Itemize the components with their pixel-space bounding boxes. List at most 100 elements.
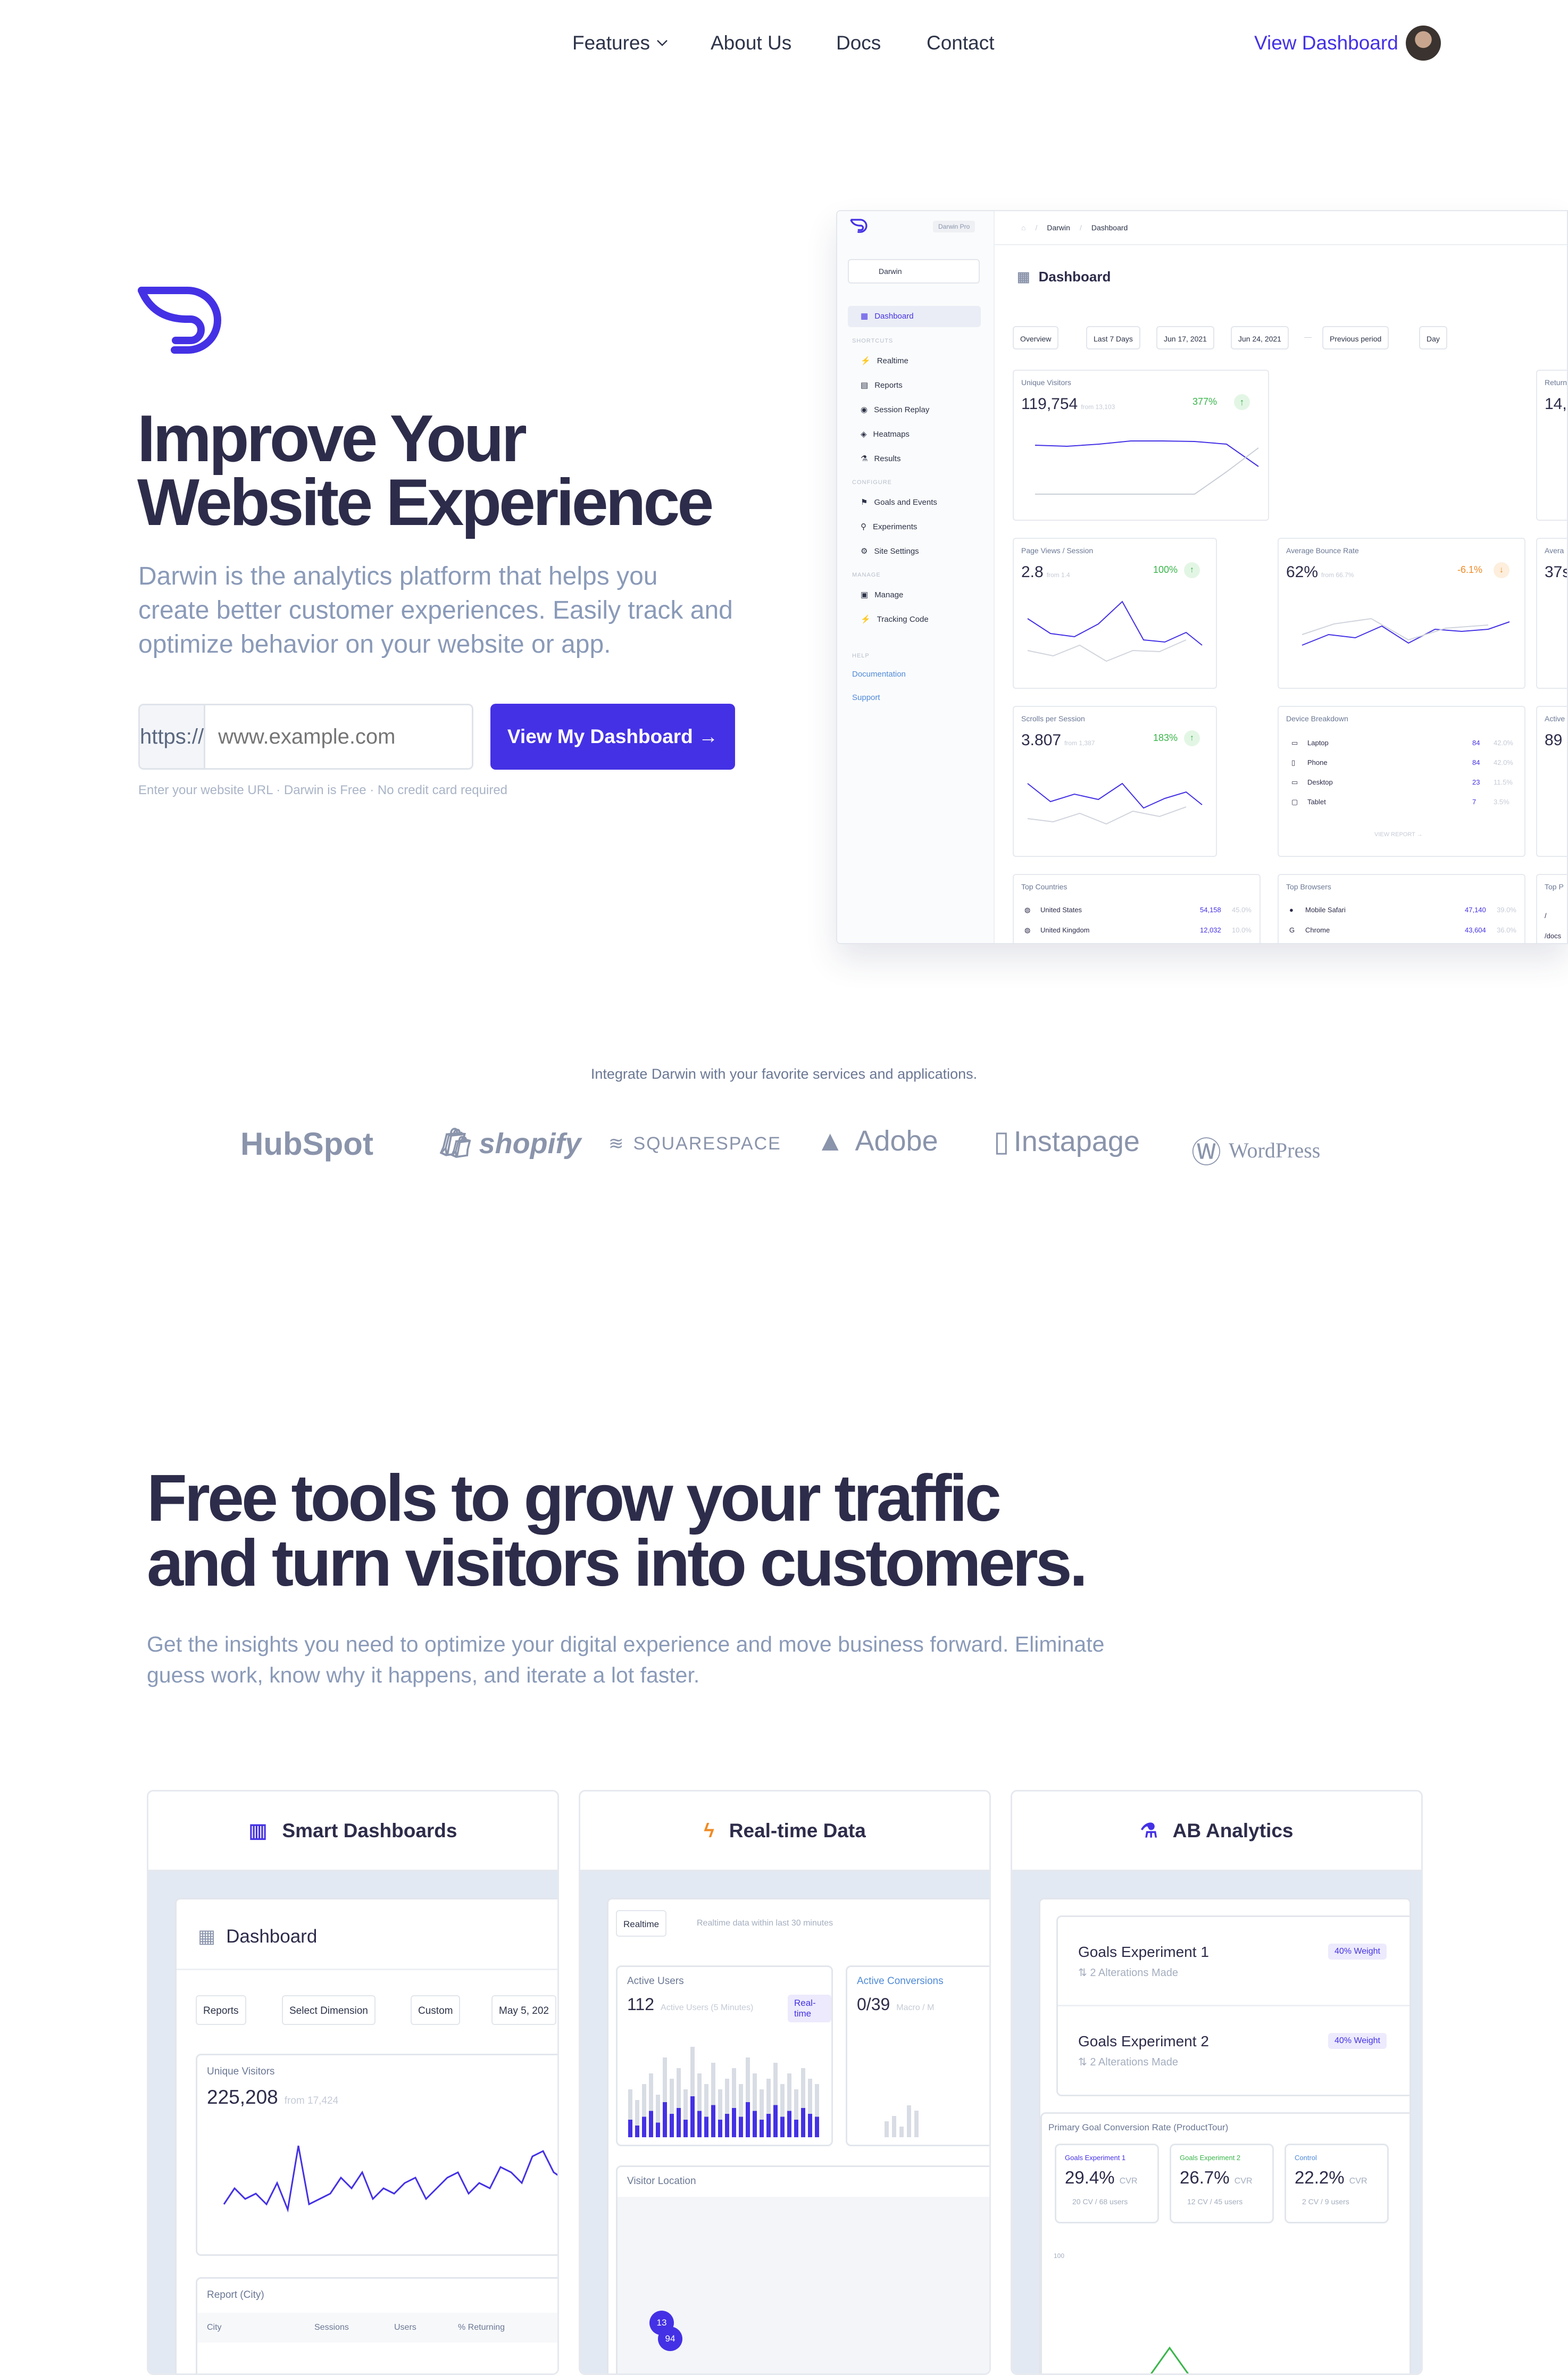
experiment-name[interactable]: Goals Experiment 2 (1078, 2033, 1209, 2050)
filter-date[interactable]: May 5, 202 (491, 1995, 556, 2025)
manage-icon: ▣ (861, 590, 869, 599)
bar (794, 2120, 798, 2137)
tools-title: Free tools to grow your traffic and turn… (147, 1462, 1088, 1596)
variant-box: Goals Experiment 1 29.4% CVR 20 CV / 68 … (1055, 2144, 1159, 2223)
view-report-link[interactable]: VIEW REPORT → (1374, 831, 1423, 838)
list-item: /docs (1545, 932, 1562, 940)
filter-date-from[interactable]: Jun 17, 2021 (1156, 326, 1214, 349)
nav-features[interactable]: Features (572, 32, 668, 54)
filter-day[interactable]: Day (1419, 326, 1447, 349)
bar (635, 2126, 639, 2137)
sidebar-item-session-replay[interactable]: ◉ Session Replay (861, 405, 929, 415)
sidebar-item-label: Realtime (877, 356, 908, 365)
code-icon: ⚡ (861, 615, 871, 624)
divider (1058, 2005, 1409, 2006)
url-input[interactable] (205, 705, 472, 768)
value: 3.807 (1021, 731, 1062, 749)
filter-realtime[interactable]: Realtime (616, 1910, 667, 1937)
sub: Active Users (5 Minutes) (661, 2003, 754, 2012)
sidebar-item-experiments[interactable]: ⚲ Experiments (861, 522, 917, 532)
value: 112 (627, 1995, 655, 2014)
card-value: 119,754 from 13,103 (1021, 395, 1115, 413)
sidebar-item-heatmaps[interactable]: ◈ Heatmaps (861, 429, 910, 439)
browser-pct: 36.0% (1497, 926, 1516, 934)
card-value: 112 Active Users (5 Minutes) (627, 1995, 753, 2014)
value: 29.4% (1065, 2168, 1115, 2187)
value: 62% (1286, 563, 1319, 581)
avatar[interactable] (1406, 26, 1441, 61)
filter-reports[interactable]: Reports (196, 1995, 246, 2025)
breadcrumb-item[interactable]: Darwin (1047, 223, 1070, 232)
value: 22.2% (1295, 2168, 1345, 2187)
dash-title-text: Dashboard (226, 1926, 318, 1947)
device-pct: 42.0% (1494, 739, 1513, 747)
card-body: Realtime Realtime data within last 30 mi… (580, 1871, 989, 2373)
card-title: Scrolls per Session (1021, 714, 1085, 723)
nav-contact[interactable]: Contact (927, 32, 995, 54)
col-sessions: Sessions (314, 2323, 349, 2332)
realtime-data-card[interactable]: ϟ Real-time Data Realtime Realtime data w… (579, 1790, 991, 2375)
view-my-dashboard-button[interactable]: View My Dashboard → (490, 704, 735, 770)
ab-analytics-card[interactable]: ⚗ AB Analytics Goals Experiment 1 ⇅ 2 Alt… (1011, 1790, 1423, 2375)
filter-date-to[interactable]: Jun 24, 2021 (1231, 326, 1289, 349)
experiment-sub-text: 2 Alterations Made (1090, 2056, 1178, 2068)
sidebar-link-support[interactable]: Support (852, 693, 880, 702)
card-value: 225,208 from 17,424 (207, 2086, 338, 2109)
active-users-card: Active Users 112 Active Users (5 Minutes)… (616, 1965, 833, 2146)
shopify-logo-text: shopify (479, 1127, 581, 1160)
grid-icon: ▦ (198, 1926, 216, 1947)
filter-previous-period[interactable]: Previous period (1322, 326, 1389, 349)
bar (732, 2108, 736, 2137)
squarespace-mark-icon: ≋ (608, 1134, 625, 1154)
variant-box: Control 22.2% CVR 2 CV / 9 users (1285, 2144, 1389, 2223)
ab-preview: Goals Experiment 1 ⇅ 2 Alterations Made … (1039, 1898, 1411, 2373)
pro-badge: Darwin Pro (933, 221, 975, 232)
card-value: 14,3 (1545, 395, 1567, 413)
filter-dimension[interactable]: Select Dimension (282, 1995, 376, 2025)
nav-about[interactable]: About Us (711, 32, 791, 54)
bar (677, 2108, 681, 2137)
tools-subtitle: Get the insights you need to optimize yo… (147, 1629, 1104, 1690)
tools-title-line-1: Free tools to grow your traffic (147, 1462, 1002, 1535)
filter-custom[interactable]: Custom (411, 1995, 461, 2025)
sidebar-item-results[interactable]: ⚗ Results (861, 454, 900, 464)
site-selector[interactable]: Darwin (848, 259, 980, 284)
filter-last-7-days[interactable]: Last 7 Days (1086, 326, 1140, 349)
browser-name: Mobile Safari (1305, 906, 1346, 914)
goals-icon: ⚑ (861, 498, 868, 507)
sidebar-item-dashboard[interactable]: ▦ Dashboard (861, 311, 914, 321)
device-breakdown-card: Device Breakdown ▭ Laptop 84 42.0% ▯ Phone 84… (1278, 706, 1525, 857)
visitor-location-card: Visitor Location 13 94 (616, 2165, 989, 2373)
home-icon[interactable]: ⌂ (1021, 223, 1025, 232)
sidebar-item-realtime[interactable]: ⚡ Realtime (861, 356, 908, 366)
bar (697, 2111, 702, 2137)
sidebar-item-label: Tracking Code (877, 614, 929, 624)
scrolls-card: Scrolls per Session 3.807 from 1,387 183%… (1013, 706, 1217, 857)
card-title: Primary Goal Conversion Rate (ProductTou… (1048, 2122, 1229, 2132)
sidebar-item-manage[interactable]: ▣ Manage (861, 590, 903, 600)
breadcrumb-item[interactable]: Dashboard (1091, 223, 1128, 232)
nav-docs[interactable]: Docs (836, 32, 881, 54)
experiment-name[interactable]: Goals Experiment 1 (1078, 1944, 1209, 1961)
grid-icon: ▦ (1017, 269, 1030, 285)
sidebar-item-goals[interactable]: ⚑ Goals and Events (861, 497, 937, 507)
sidebar-link-documentation[interactable]: Documentation (852, 670, 906, 679)
sidebar-item-tracking-code[interactable]: ⚡ Tracking Code (861, 614, 929, 624)
sidebar-item-reports[interactable]: ▤ Reports (861, 380, 903, 390)
filter-overview[interactable]: Overview (1013, 326, 1059, 349)
smart-dashboards-card[interactable]: ▥ Smart Dashboards ▦ Dashboard Reports Sel… (147, 1790, 559, 2375)
change-badge: 377% (1192, 396, 1217, 407)
card-title: Top P (1545, 882, 1564, 891)
table-icon: ▤ (861, 381, 869, 390)
url-input-group: https:// (138, 704, 473, 770)
sidebar-item-site-settings[interactable]: ⚙ Site Settings (861, 546, 919, 556)
map-marker[interactable]: 94 (658, 2327, 682, 2351)
list-item: / (1545, 912, 1547, 920)
swap-icon: ⇅ (1078, 1967, 1090, 1979)
col-returning: % Returning (458, 2323, 505, 2332)
hero-subtitle-line-1: Darwin is the analytics platform that he… (138, 562, 658, 590)
realtime-preview: Realtime Realtime data within last 30 mi… (607, 1898, 989, 2373)
view-dashboard-link[interactable]: View Dashboard (1254, 32, 1398, 54)
list-item: ▭ Desktop 23 11.5% (1291, 778, 1515, 798)
value: 225,208 (207, 2086, 278, 2108)
